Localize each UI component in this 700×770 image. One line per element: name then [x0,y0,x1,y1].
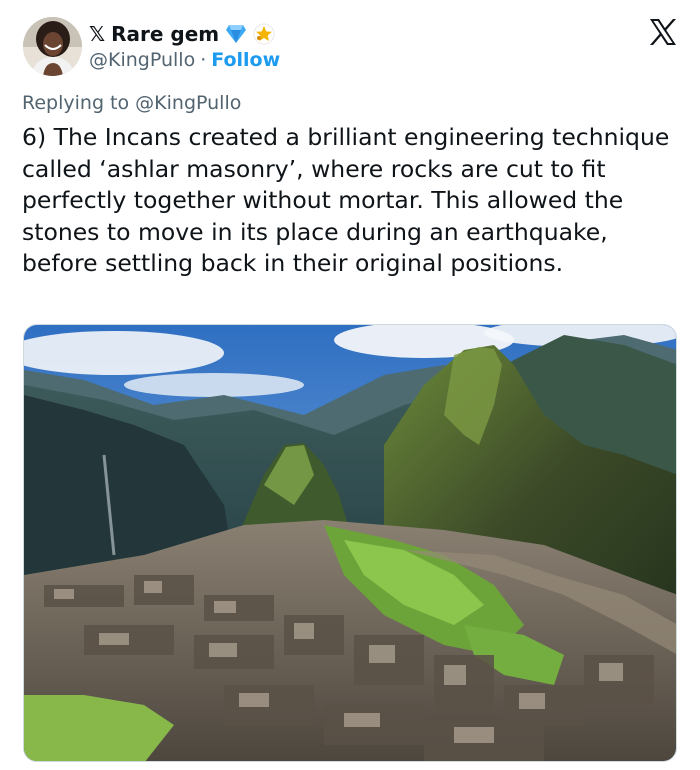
tweet-media-photo[interactable] [23,324,677,762]
x-logo-icon[interactable] [648,17,678,47]
x-prefix-glyph: 𝕏 [89,22,106,46]
tweet-body-text: 6) The Incans created a brilliant engine… [22,123,670,277]
replying-handle-link[interactable]: @KingPullo [135,92,241,114]
avatar-image [23,17,82,76]
author-name-row[interactable]: 𝕏 Rare gem [89,20,275,48]
replying-to-line: Replying to @KingPullo [22,92,241,114]
follow-button[interactable]: Follow [211,49,280,71]
verified-diamond-icon [225,24,247,44]
display-name[interactable]: Rare gem [111,22,219,46]
star-badge-icon [253,23,275,45]
replying-prefix: Replying to [22,92,130,114]
machu-picchu-photo [24,325,676,761]
avatar[interactable] [23,17,82,76]
separator-dot: · [200,49,207,71]
author-handle[interactable]: @KingPullo [89,49,195,71]
handle-row: @KingPullo · Follow [89,47,280,73]
tweet-card: 𝕏 Rare gem @KingPullo · Follow Replying … [0,0,700,770]
